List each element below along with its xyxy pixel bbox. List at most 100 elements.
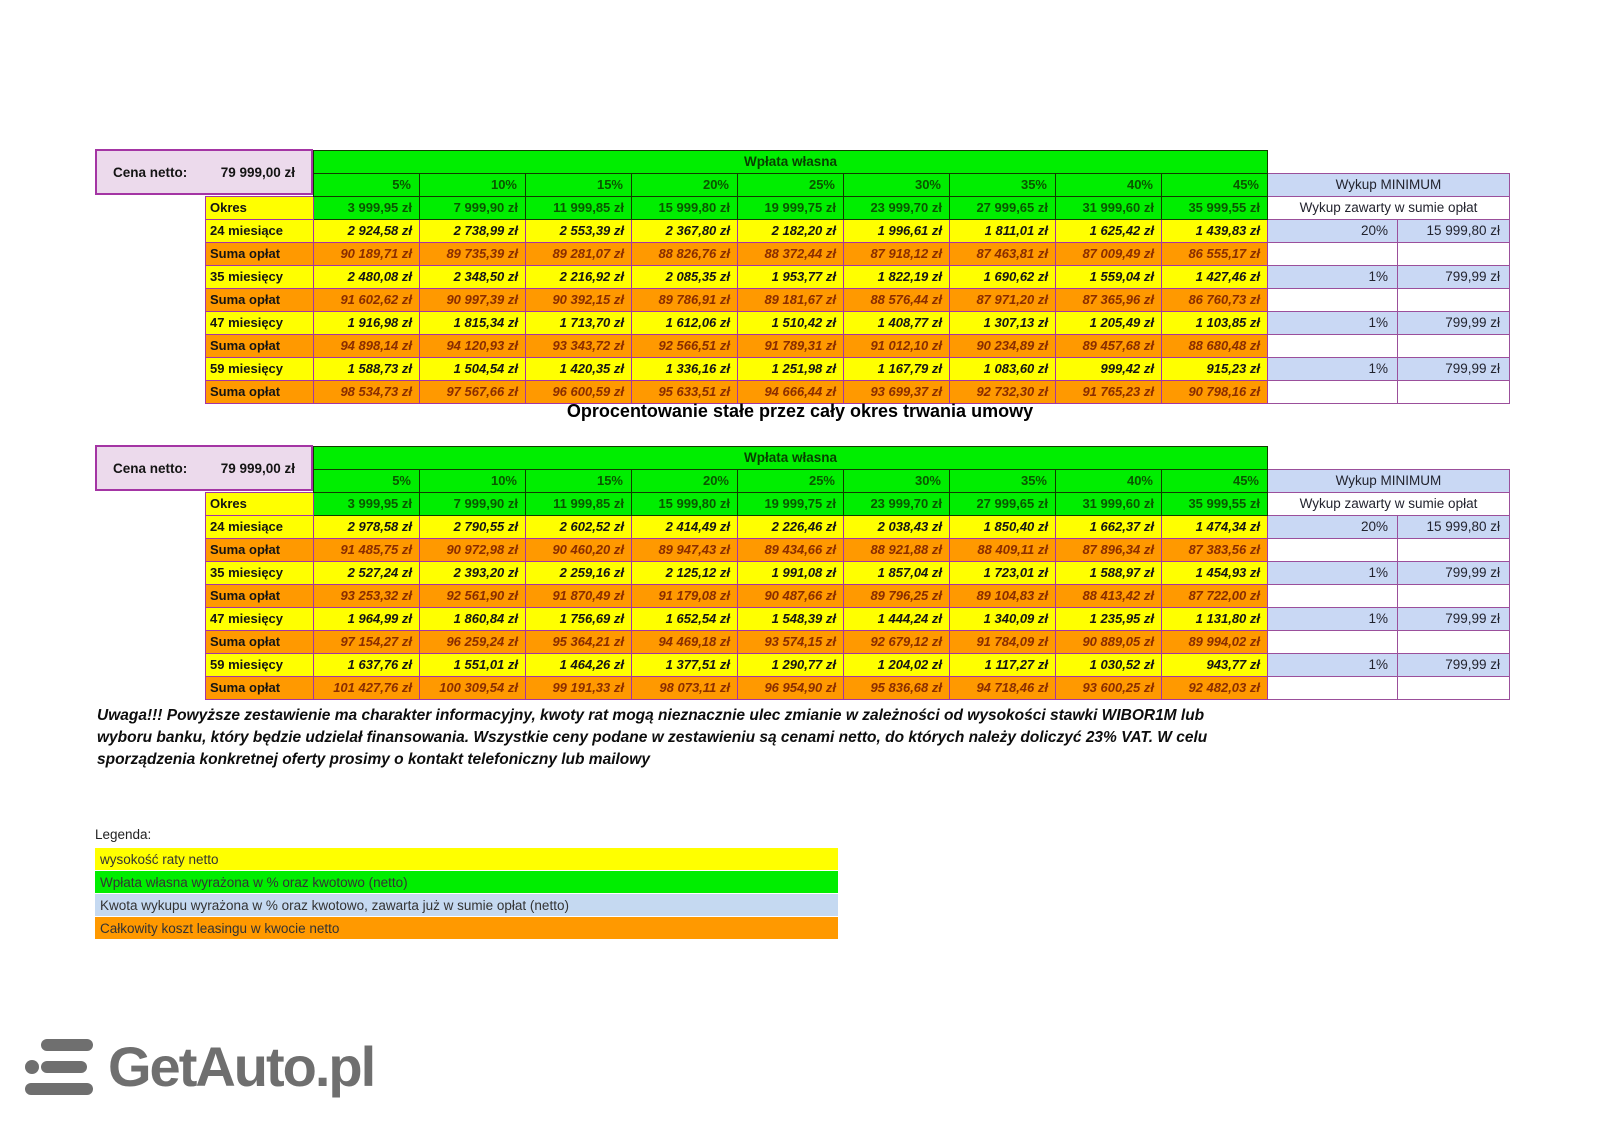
table-row: 59 miesięcy1 637,76 zł1 551,01 zł1 464,2… [206, 654, 1510, 677]
value-cell: 1 690,62 zł [950, 266, 1056, 289]
legend-item: wysokość raty netto [95, 848, 838, 870]
legend-title: Legenda: [95, 827, 838, 846]
wykup-empty-cell [1268, 289, 1398, 312]
value-cell: 1 444,24 zł [844, 608, 950, 631]
value-cell: 1 637,76 zł [314, 654, 420, 677]
value-cell: 87 896,34 zł [1056, 539, 1162, 562]
row-label: Okres [206, 197, 314, 220]
value-cell: 1 030,52 zł [1056, 654, 1162, 677]
wykup-empty-cell [1268, 585, 1398, 608]
percent-header-cell: 5% [314, 174, 420, 197]
wykup-amount-cell: 799,99 zł [1398, 654, 1510, 677]
value-cell: 1 953,77 zł [738, 266, 844, 289]
value-cell: 91 784,09 zł [950, 631, 1056, 654]
wykup-empty-cell [1268, 539, 1398, 562]
value-cell: 1 625,42 zł [1056, 220, 1162, 243]
percent-header-cell: 25% [738, 470, 844, 493]
value-cell: 2 790,55 zł [420, 516, 526, 539]
value-cell: 2 393,20 zł [420, 562, 526, 585]
value-cell: 2 226,46 zł [738, 516, 844, 539]
value-cell: 91 012,10 zł [844, 335, 950, 358]
value-cell: 11 999,85 zł [526, 197, 632, 220]
value-cell: 1 860,84 zł [420, 608, 526, 631]
legend: Legenda: wysokość raty nettoWpłata własn… [95, 827, 838, 940]
value-cell: 95 836,68 zł [844, 677, 950, 700]
value-cell: 2 182,20 zł [738, 220, 844, 243]
table-row: Okres3 999,95 zł7 999,90 zł11 999,85 zł1… [206, 493, 1510, 516]
value-cell: 89 181,67 zł [738, 289, 844, 312]
logo-word: GetAuto [108, 1035, 315, 1098]
percent-header-cell: 30% [844, 174, 950, 197]
value-cell: 1 235,95 zł [1056, 608, 1162, 631]
value-cell: 88 372,44 zł [738, 243, 844, 266]
table-row: 35 miesięcy2 527,24 zł2 393,20 zł2 259,1… [206, 562, 1510, 585]
value-cell: 90 487,66 zł [738, 585, 844, 608]
value-cell: 94 898,14 zł [314, 335, 420, 358]
value-cell: 88 576,44 zł [844, 289, 950, 312]
value-cell: 91 179,08 zł [632, 585, 738, 608]
value-cell: 1 420,35 zł [526, 358, 632, 381]
section-title: Oprocentowanie stałe przez cały okres tr… [0, 401, 1600, 422]
value-cell: 1 408,77 zł [844, 312, 950, 335]
cena-netto-value: 79 999,00 zł [221, 165, 295, 180]
wykup-empty-cell [1398, 243, 1510, 266]
value-cell: 1 307,13 zł [950, 312, 1056, 335]
value-cell: 15 999,80 zł [632, 493, 738, 516]
logo-bar-bottom [25, 1083, 93, 1095]
disclaimer-line: Uwaga!!! Powyższe zestawienie ma charakt… [97, 705, 1527, 727]
value-cell: 87 971,20 zł [950, 289, 1056, 312]
value-cell: 89 994,02 zł [1162, 631, 1268, 654]
value-cell: 19 999,75 zł [738, 493, 844, 516]
value-cell: 90 234,89 zł [950, 335, 1056, 358]
table-row: Okres3 999,95 zł7 999,90 zł11 999,85 zł1… [206, 197, 1510, 220]
wykup-minimum-header: Wykup MINIMUM [1268, 470, 1510, 493]
percent-header-cell: 10% [420, 470, 526, 493]
value-cell: 1 612,06 zł [632, 312, 738, 335]
value-cell: 93 253,32 zł [314, 585, 420, 608]
value-cell: 1 991,08 zł [738, 562, 844, 585]
row-label: Suma opłat [206, 539, 314, 562]
value-cell: 7 999,90 zł [420, 197, 526, 220]
value-cell: 1 377,51 zł [632, 654, 738, 677]
value-cell: 92 561,90 zł [420, 585, 526, 608]
wykup-percent-cell: 1% [1268, 266, 1398, 289]
value-cell: 97 154,27 zł [314, 631, 420, 654]
wykup-empty-cell [1398, 539, 1510, 562]
value-cell: 98 073,11 zł [632, 677, 738, 700]
wykup-percent-cell: 20% [1268, 220, 1398, 243]
percent-header-cell: 30% [844, 470, 950, 493]
logo-mark-icon [25, 1038, 93, 1096]
value-cell: 90 997,39 zł [420, 289, 526, 312]
value-cell: 1 916,98 zł [314, 312, 420, 335]
table-row: 24 miesiące2 924,58 zł2 738,99 zł2 553,3… [206, 220, 1510, 243]
value-cell: 2 978,58 zł [314, 516, 420, 539]
wykup-amount-cell: 799,99 zł [1398, 358, 1510, 381]
wplata-wlasna-header: Wpłata własna [314, 151, 1268, 174]
wykup-percent-cell: 20% [1268, 516, 1398, 539]
wykup-empty-cell [1398, 631, 1510, 654]
value-cell: 1 822,19 zł [844, 266, 950, 289]
value-cell: 89 434,66 zł [738, 539, 844, 562]
value-cell: 88 921,88 zł [844, 539, 950, 562]
cena-netto-box: Cena netto:79 999,00 zł [95, 445, 313, 491]
value-cell: 2 367,80 zł [632, 220, 738, 243]
value-cell: 1 857,04 zł [844, 562, 950, 585]
value-cell: 1 588,97 zł [1056, 562, 1162, 585]
value-cell: 89 786,91 zł [632, 289, 738, 312]
value-cell: 31 999,60 zł [1056, 493, 1162, 516]
value-cell: 90 392,15 zł [526, 289, 632, 312]
cena-netto-value: 79 999,00 zł [221, 461, 295, 476]
wykup-amount-cell: 799,99 zł [1398, 608, 1510, 631]
row-label: Suma opłat [206, 631, 314, 654]
value-cell: 93 574,15 zł [738, 631, 844, 654]
value-cell: 96 259,24 zł [420, 631, 526, 654]
value-cell: 23 999,70 zł [844, 197, 950, 220]
value-cell: 1 713,70 zł [526, 312, 632, 335]
value-cell: 31 999,60 zł [1056, 197, 1162, 220]
value-cell: 1 439,83 zł [1162, 220, 1268, 243]
value-cell: 90 189,71 zł [314, 243, 420, 266]
lease-table-2: Cena netto:79 999,00 złWpłata własna5%10… [205, 446, 1510, 700]
value-cell: 2 085,35 zł [632, 266, 738, 289]
legend-items: wysokość raty nettoWpłata własna wyrażon… [95, 848, 838, 939]
row-label: 59 miesięcy [206, 358, 314, 381]
